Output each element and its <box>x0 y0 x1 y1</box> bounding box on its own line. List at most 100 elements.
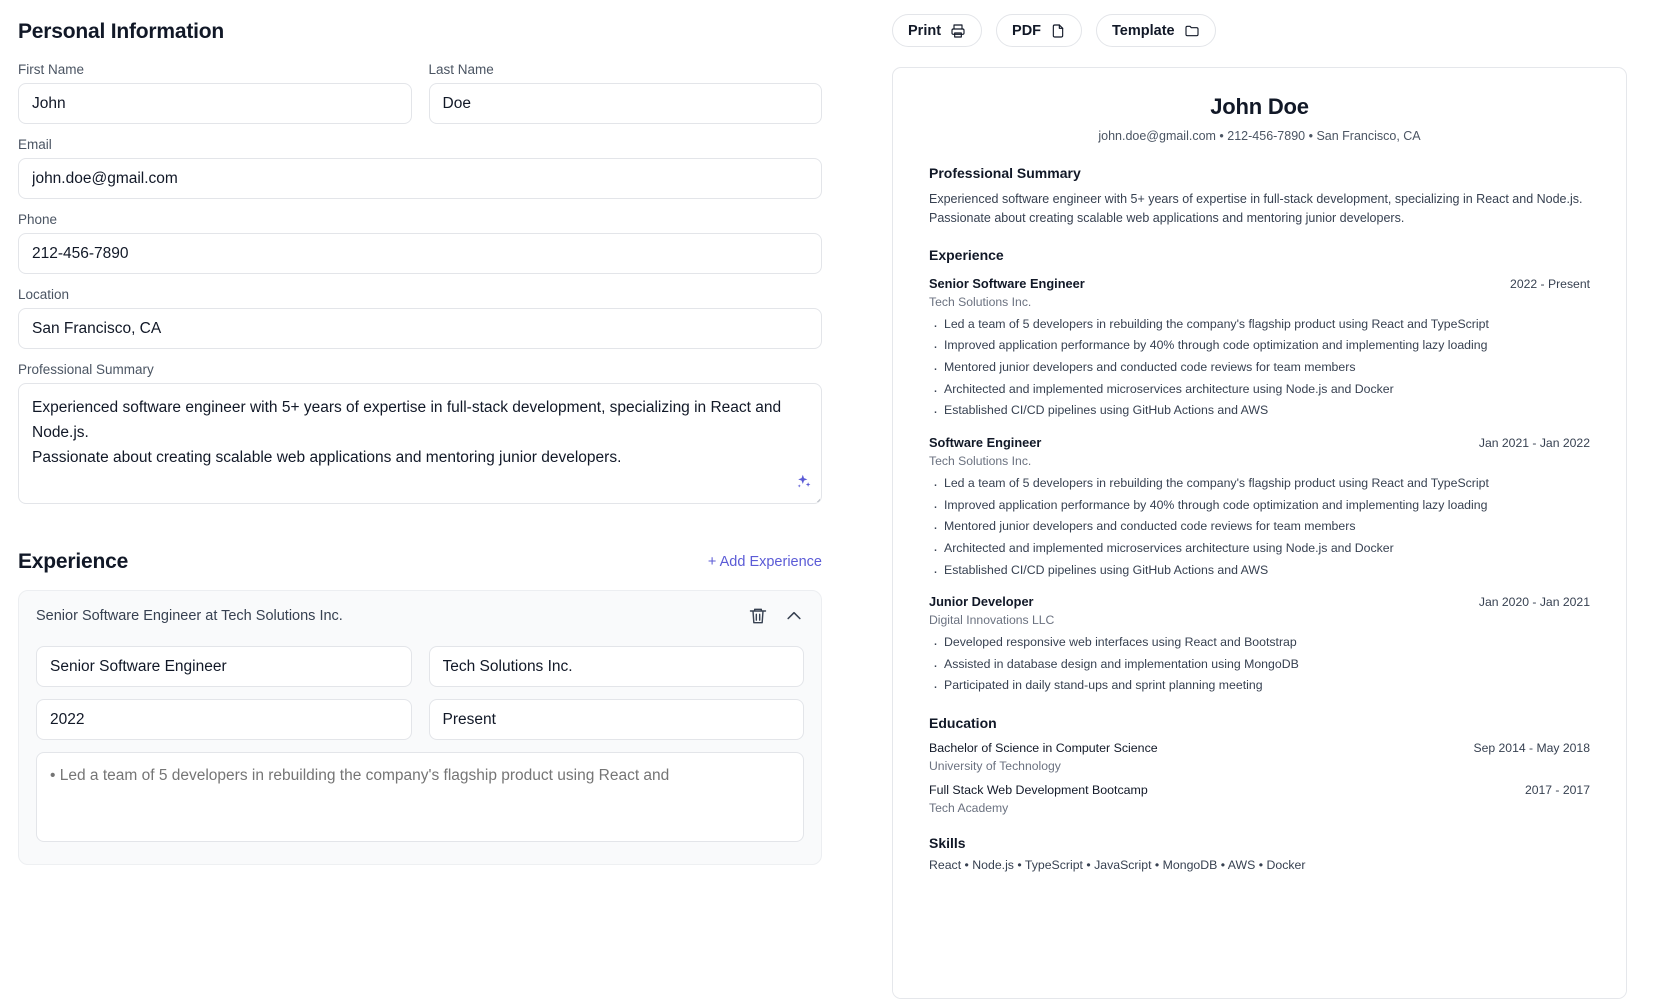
page-title: Personal Information <box>18 20 225 43</box>
resume-bullet-item: Architected and implemented microservice… <box>929 378 1590 404</box>
resume-jobs-list: Senior Software Engineer 2022 - Present Te… <box>929 276 1590 701</box>
resume-summary-text: Experienced software engineer with 5+ ye… <box>929 192 1583 226</box>
experience-card-actions <box>748 606 804 626</box>
resume-education-entry: Bachelor of Science in Computer Science S… <box>929 741 1590 773</box>
experience-heading: Experience <box>18 550 129 573</box>
resume-education-header: Bachelor of Science in Computer Science S… <box>929 741 1590 755</box>
print-button-label: Print <box>908 22 942 39</box>
resume-job-dates: Jan 2021 - Jan 2022 <box>1478 435 1590 450</box>
resume-builder-app: Personal Information First Name Last Nam… <box>0 0 1669 1008</box>
pdf-button-label: PDF <box>1012 22 1042 39</box>
add-experience-button[interactable]: + Add Experience <box>708 554 822 570</box>
resume-bullet-item: Assisted in database design and implemen… <box>929 653 1590 679</box>
last-name-field-group: Last Name <box>428 62 822 124</box>
resume-contact-line: john.doe@gmail.com • 212-456-7890 • San … <box>1098 129 1421 143</box>
resume-name: John Doe <box>1210 94 1309 119</box>
position-input[interactable] <box>36 646 412 687</box>
resume-experience-heading: Experience <box>929 246 1004 263</box>
email-input[interactable] <box>18 158 822 199</box>
folder-icon <box>1185 25 1199 36</box>
resume-job-entry: Senior Software Engineer 2022 - Present Te… <box>929 276 1590 426</box>
start-date-field-group <box>36 699 412 740</box>
experience-bullets-textarea[interactable] <box>36 752 804 842</box>
start-date-input[interactable] <box>36 699 412 740</box>
resume-preview-document[interactable]: John Doe john.doe@gmail.com • 212-456-78… <box>892 67 1627 999</box>
preview-panel: Print PDF Template John Doe john.doe@gma… <box>840 0 1669 1008</box>
last-name-label: Last Name <box>428 62 494 77</box>
template-button[interactable]: Template <box>1096 14 1216 47</box>
resume-job-title: Senior Software Engineer <box>929 275 1085 291</box>
resume-skills-heading: Skills <box>929 835 966 852</box>
resume-bullet-item: Developed responsive web interfaces usin… <box>929 631 1590 657</box>
resume-education-degree: Bachelor of Science in Computer Science <box>929 741 1158 756</box>
summary-field-group: Professional Summary Experienced softwar… <box>18 362 822 504</box>
resume-job-title: Software Engineer <box>929 434 1042 450</box>
print-button[interactable]: Print <box>892 14 983 47</box>
company-input[interactable] <box>428 646 804 687</box>
first-name-field-group: First Name <box>18 62 412 124</box>
experience-fields <box>36 646 804 740</box>
summary-textarea[interactable]: Experienced software engineer with 5+ ye… <box>18 383 822 504</box>
end-date-input[interactable] <box>428 699 804 740</box>
name-row: First Name Last Name <box>18 62 822 124</box>
resume-job-bullets: Developed responsive web interfaces usin… <box>929 631 1590 700</box>
location-input[interactable] <box>18 308 822 349</box>
resume-education-degree: Full Stack Web Development Bootcamp <box>929 783 1148 798</box>
resume-bullet-item: Participated in daily stand-ups and spri… <box>929 674 1590 700</box>
experience-section-header: Experience + Add Experience <box>18 550 822 574</box>
first-name-label: First Name <box>18 62 85 77</box>
resume-skills-text: React • Node.js • TypeScript • JavaScrip… <box>929 858 1306 873</box>
resume-bullet-item: Improved application performance by 40% … <box>929 494 1590 520</box>
resume-bullet-item: Led a team of 5 developers in rebuilding… <box>929 472 1590 498</box>
resume-job-entry: Software Engineer Jan 2021 - Jan 2022 Tech… <box>929 434 1590 585</box>
phone-field-group: Phone <box>18 212 822 274</box>
resume-bullet-item: Established CI/CD pipelines using GitHub… <box>929 399 1590 425</box>
editor-bottom-fade <box>0 858 840 1008</box>
textarea-resize-handle[interactable] <box>808 490 820 502</box>
experience-card: Senior Software Engineer at Tech Solutio… <box>18 590 822 865</box>
phone-label: Phone <box>18 212 58 227</box>
resume-bullet-item: Mentored junior developers and conducted… <box>929 356 1590 382</box>
email-label: Email <box>18 137 52 152</box>
resume-job-header: Senior Software Engineer 2022 - Present <box>929 276 1590 291</box>
sparkle-icon[interactable] <box>795 473 812 490</box>
last-name-input[interactable] <box>428 83 822 124</box>
phone-input[interactable] <box>18 233 822 274</box>
resume-education-header: Full Stack Web Development Bootcamp 2017 … <box>929 783 1590 797</box>
location-field-group: Location <box>18 287 822 349</box>
resume-job-header: Junior Developer Jan 2020 - Jan 2021 <box>929 594 1590 609</box>
resume-job-company: Tech Solutions Inc. <box>929 294 1032 309</box>
pdf-button[interactable]: PDF <box>996 14 1083 47</box>
resume-summary-heading: Professional Summary <box>929 165 1081 181</box>
resume-job-bullets: Led a team of 5 developers in rebuilding… <box>929 313 1590 426</box>
resume-bullet-item: Established CI/CD pipelines using GitHub… <box>929 559 1590 585</box>
summary-label: Professional Summary <box>18 362 154 377</box>
resume-bullet-item: Mentored junior developers and conducted… <box>929 515 1590 541</box>
resume-education-dates: Sep 2014 - May 2018 <box>1473 741 1590 756</box>
resume-bullet-item: Led a team of 5 developers in rebuilding… <box>929 313 1590 339</box>
trash-icon[interactable] <box>748 606 768 626</box>
first-name-input[interactable] <box>18 83 412 124</box>
preview-toolbar: Print PDF Template <box>892 14 1627 47</box>
company-field-group <box>428 646 804 687</box>
resume-job-entry: Junior Developer Jan 2020 - Jan 2021 Digit… <box>929 594 1590 700</box>
resume-bullet-item: Architected and implemented microservice… <box>929 537 1590 563</box>
resume-job-title: Junior Developer <box>929 594 1034 610</box>
experience-card-header: Senior Software Engineer at Tech Solutio… <box>36 606 804 626</box>
editor-panel: Personal Information First Name Last Nam… <box>0 0 840 1008</box>
location-label: Location <box>18 287 70 302</box>
experience-row-1 <box>36 646 804 687</box>
resume-job-bullets: Led a team of 5 developers in rebuilding… <box>929 472 1590 585</box>
resume-job-dates: Jan 2020 - Jan 2021 <box>1478 595 1590 610</box>
template-button-label: Template <box>1112 22 1175 39</box>
resume-job-company: Tech Solutions Inc. <box>929 453 1032 468</box>
file-icon <box>1052 23 1064 38</box>
experience-card-title: Senior Software Engineer at Tech Solutio… <box>36 608 343 624</box>
editor-scroll-area[interactable]: Personal Information First Name Last Nam… <box>18 20 822 865</box>
experience-row-2 <box>36 699 804 740</box>
end-date-field-group <box>428 699 804 740</box>
chevron-up-icon[interactable] <box>784 606 804 626</box>
printer-icon <box>951 23 965 38</box>
preview-bottom-fade <box>893 868 1626 998</box>
resume-education-list: Bachelor of Science in Computer Science S… <box>929 741 1590 815</box>
